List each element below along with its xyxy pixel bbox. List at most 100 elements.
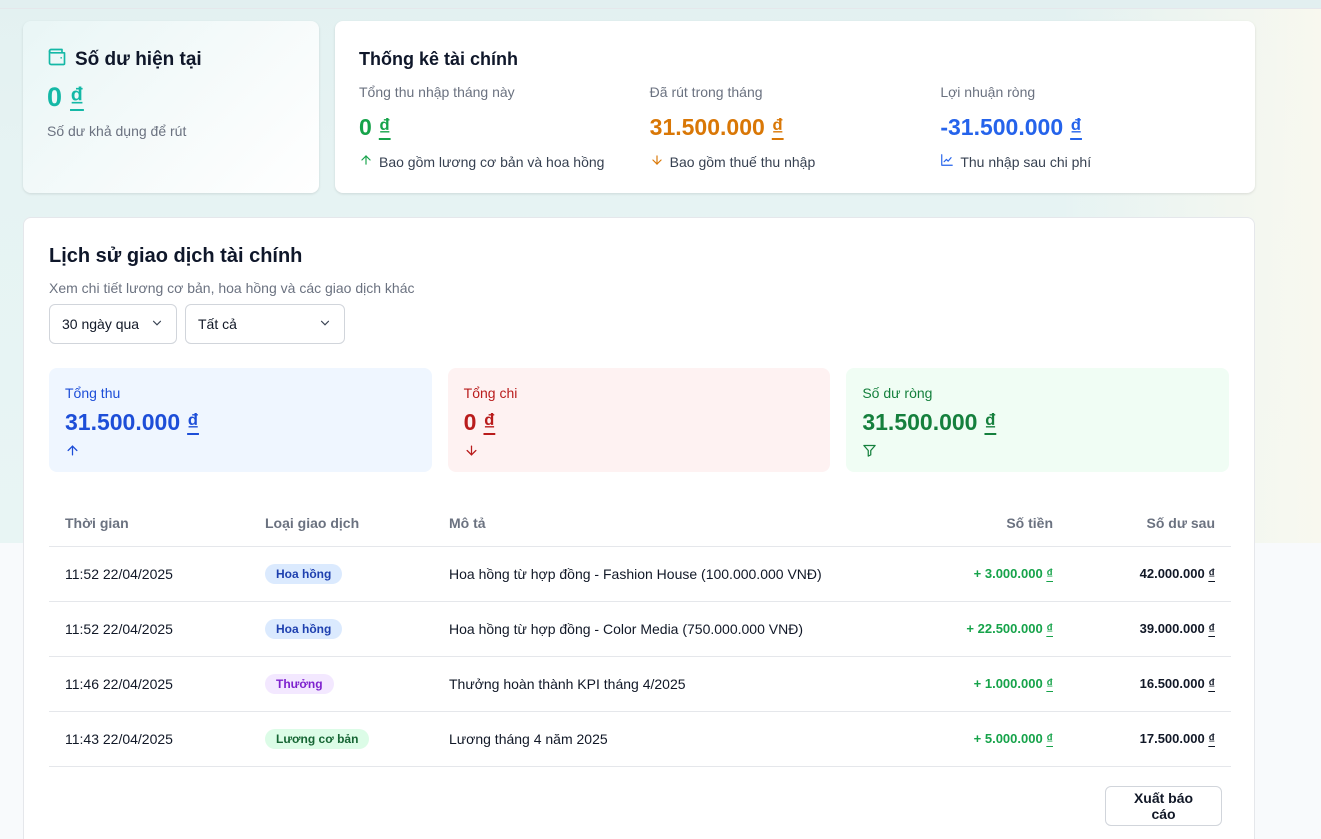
stat-label: Đã rút trong tháng <box>649 84 763 100</box>
sum-value: 31.500.000 ₫ <box>862 409 1213 436</box>
history-title: Lịch sử giao dịch tài chính <box>49 245 303 267</box>
balance-value: 0 <box>47 82 63 112</box>
row-balance-after: 17.500.000 ₫ <box>1069 711 1231 767</box>
table-row[interactable]: 11:43 22/04/2025 Lương cơ bản Lương thán… <box>49 711 1231 767</box>
sum-label: Tổng thu <box>65 385 121 401</box>
table-row[interactable]: 11:52 22/04/2025 Hoa hồng Hoa hồng từ hợ… <box>49 601 1231 657</box>
after-value: 17.500.000 <box>1139 731 1205 746</box>
sum-label: Số dư ròng <box>862 385 933 401</box>
currency-symbol: ₫ <box>1046 676 1053 691</box>
date-range-value: 30 ngày qua <box>62 316 140 332</box>
stats-title: Thống kê tài chính <box>359 49 519 69</box>
currency-symbol: ₫ <box>771 114 784 140</box>
amount-value: + 3.000.000 <box>973 566 1043 581</box>
row-description: Thưởng hoàn thành KPI tháng 4/2025 <box>433 656 889 712</box>
currency-symbol: ₫ <box>1046 621 1053 636</box>
currency-symbol: ₫ <box>187 409 199 435</box>
balance-subtitle: Số dư khả dụng để rút <box>47 123 187 139</box>
row-description: Hoa hồng từ hợp đồng - Fashion House (10… <box>433 546 889 602</box>
sum-value: 0 ₫ <box>464 409 815 436</box>
stat-note-text: Bao gồm lương cơ bản và hoa hồng <box>379 153 605 170</box>
row-balance-after: 16.500.000 ₫ <box>1069 656 1231 712</box>
current-balance-card: Số dư hiện tại 0 ₫ Số dư khả dụng để rút <box>23 21 319 193</box>
export-report-button[interactable]: Xuất báo cáo <box>1105 786 1222 826</box>
summary-row: Tổng thu 31.500.000 ₫ Tổng chi 0 ₫ Số dư… <box>49 368 1230 472</box>
col-balance-after: Số dư sau <box>1069 500 1231 547</box>
arrow-down-icon <box>650 153 664 170</box>
chevron-down-icon <box>150 316 164 333</box>
currency-symbol: ₫ <box>984 409 997 435</box>
stat-value: 31.500.000 ₫ <box>650 114 941 141</box>
row-type: Hoa hồng <box>249 546 433 602</box>
currency-symbol: ₫ <box>70 82 84 112</box>
stat-withdrawn: Đã rút trong tháng 31.500.000 ₫ Bao gồm … <box>650 84 941 170</box>
wallet-icon <box>47 47 67 72</box>
col-time: Thời gian <box>49 500 249 547</box>
stat-note: Bao gồm lương cơ bản và hoa hồng <box>359 153 650 170</box>
transaction-history-card: Lịch sử giao dịch tài chính Xem chi tiết… <box>23 217 1255 839</box>
row-balance-after: 42.000.000 ₫ <box>1069 546 1231 602</box>
balance-title: Số dư hiện tại <box>75 48 202 70</box>
balance-amount: 0 ₫ <box>47 82 295 113</box>
table-header-row: Thời gian Loại giao dịch Mô tả Số tiền S… <box>49 500 1231 547</box>
type-badge: Lương cơ bản <box>265 728 370 749</box>
stat-note-text: Bao gồm thuế thu nhập <box>669 153 816 170</box>
stat-label: Tổng thu nhập tháng này <box>359 84 515 100</box>
currency-symbol: ₫ <box>1208 621 1215 636</box>
after-value: 39.000.000 <box>1139 621 1205 636</box>
transaction-table: Thời gian Loại giao dịch Mô tả Số tiền S… <box>49 500 1231 767</box>
stat-net-profit: Lợi nhuận ròng -31.500.000 ₫ Thu nhập sa… <box>940 84 1231 170</box>
stat-note: Thu nhập sau chi phí <box>940 153 1231 170</box>
col-description: Mô tả <box>433 500 889 547</box>
currency-symbol: ₫ <box>1208 676 1215 691</box>
date-range-select[interactable]: 30 ngày qua <box>49 304 177 344</box>
currency-symbol: ₫ <box>1046 731 1053 746</box>
chevron-down-icon <box>318 316 332 333</box>
row-description: Hoa hồng từ hợp đồng - Color Media (750.… <box>433 601 889 657</box>
arrow-up-icon <box>359 153 373 170</box>
currency-symbol: ₫ <box>378 114 391 140</box>
currency-symbol: ₫ <box>1208 566 1215 581</box>
type-badge: Thưởng <box>265 673 334 694</box>
stat-amount: 31.500.000 <box>649 114 765 140</box>
stat-amount: -31.500.000 <box>940 114 1064 140</box>
row-description: Lương tháng 4 năm 2025 <box>433 711 889 767</box>
row-amount: + 22.500.000 ₫ <box>889 601 1069 657</box>
amount-value: + 1.000.000 <box>973 676 1043 691</box>
currency-symbol: ₫ <box>1070 114 1082 140</box>
stat-note: Bao gồm thuế thu nhập <box>650 153 941 170</box>
amount-value: + 22.500.000 <box>966 621 1043 636</box>
currency-symbol: ₫ <box>1208 731 1215 746</box>
line-chart-icon <box>940 153 954 170</box>
type-filter-value: Tất cả <box>198 316 237 332</box>
sum-amount: 31.500.000 <box>65 409 181 435</box>
filter-bar: 30 ngày qua Tất cả <box>49 304 1229 344</box>
col-amount: Số tiền <box>889 500 1069 547</box>
arrow-up-icon <box>65 443 416 463</box>
filter-icon <box>862 443 1213 463</box>
stats-grid: Tổng thu nhập tháng này 0 ₫ Bao gồm lươn… <box>359 84 1231 170</box>
row-time: 11:46 22/04/2025 <box>49 656 249 712</box>
currency-symbol: ₫ <box>483 409 496 435</box>
row-type: Hoa hồng <box>249 601 433 657</box>
row-amount: + 3.000.000 ₫ <box>889 546 1069 602</box>
stat-amount: 0 <box>359 114 372 140</box>
stat-label: Lợi nhuận ròng <box>940 84 1036 100</box>
type-badge: Hoa hồng <box>265 563 343 584</box>
table-row[interactable]: 11:52 22/04/2025 Hoa hồng Hoa hồng từ hợ… <box>49 546 1231 602</box>
amount-value: + 5.000.000 <box>973 731 1043 746</box>
total-expense-box: Tổng chi 0 ₫ <box>447 368 831 472</box>
type-filter-select[interactable]: Tất cả <box>185 304 345 344</box>
table-row[interactable]: 11:46 22/04/2025 Thưởng Thưởng hoàn thàn… <box>49 656 1231 712</box>
row-time: 11:43 22/04/2025 <box>49 711 249 767</box>
arrow-down-icon <box>464 443 815 463</box>
stat-note-text: Thu nhập sau chi phí <box>960 153 1092 170</box>
row-amount: + 1.000.000 ₫ <box>889 656 1069 712</box>
sum-amount: 31.500.000 <box>862 409 978 435</box>
top-header-strip <box>0 0 1321 9</box>
net-balance-box: Số dư ròng 31.500.000 ₫ <box>846 368 1230 472</box>
after-value: 42.000.000 <box>1139 566 1205 581</box>
row-time: 11:52 22/04/2025 <box>49 546 249 602</box>
after-value: 16.500.000 <box>1139 676 1205 691</box>
sum-label: Tổng chi <box>463 385 518 401</box>
